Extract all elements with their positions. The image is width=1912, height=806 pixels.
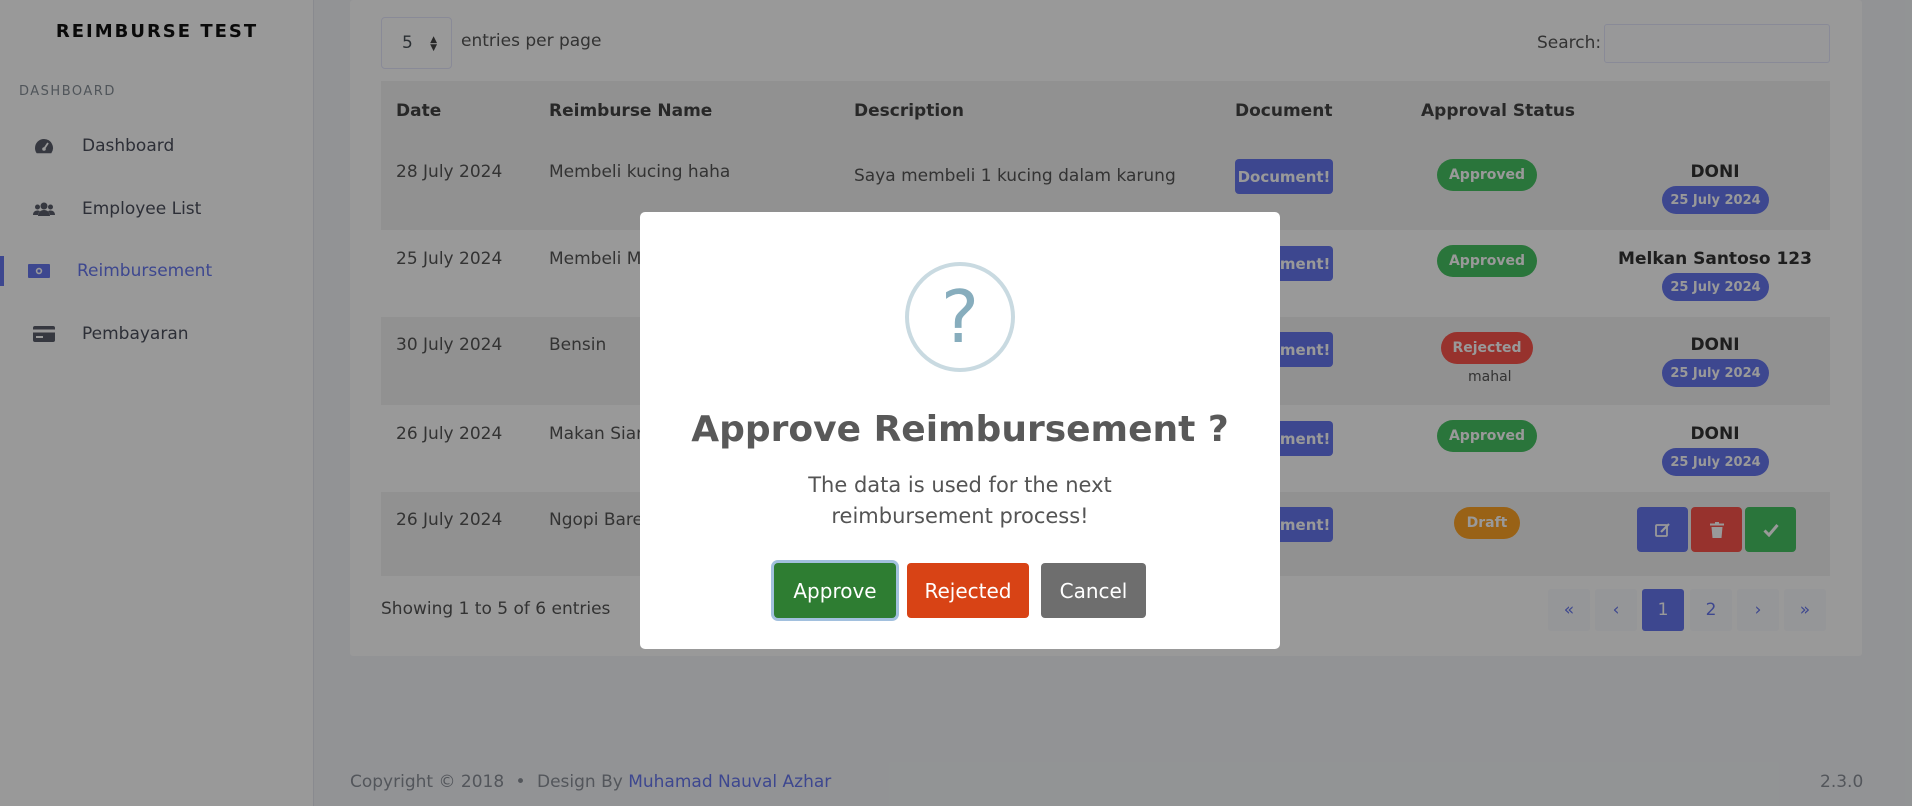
dialog-title: Approve Reimbursement ? [691, 409, 1229, 450]
reject-button[interactable]: Rejected [907, 563, 1029, 618]
approve-button[interactable]: Approve [774, 563, 896, 618]
question-mark: ? [940, 275, 980, 359]
question-icon: ? [905, 262, 1015, 372]
cancel-button[interactable]: Cancel [1041, 563, 1146, 618]
dialog-message: The data is used for the next reimbursem… [808, 473, 1112, 528]
confirm-dialog: ? Approve Reimbursement ? The data is us… [640, 212, 1280, 649]
